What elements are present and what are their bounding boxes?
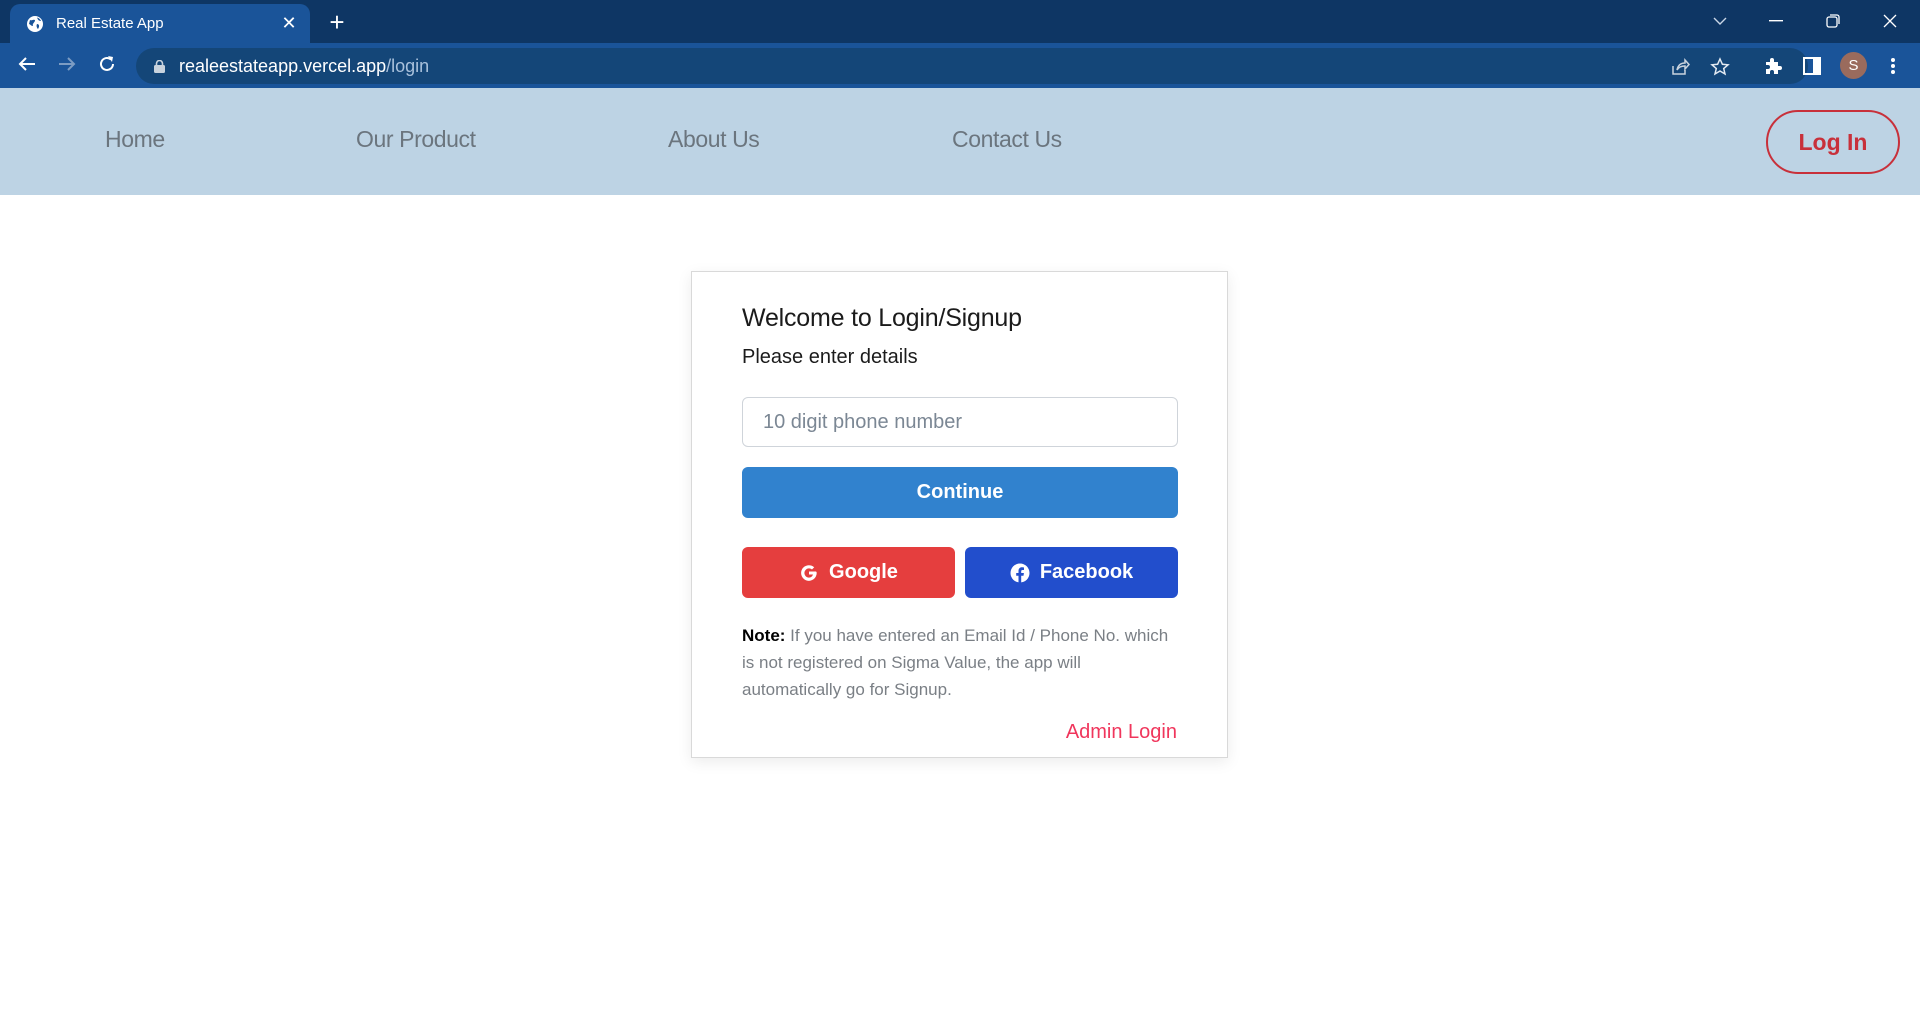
url-host: realeestateapp.vercel.app — [179, 55, 387, 76]
url-path: /login — [386, 55, 430, 76]
google-login-button[interactable]: Google — [742, 547, 955, 598]
arrow-right-icon — [58, 56, 76, 77]
facebook-login-button[interactable]: Facebook — [965, 547, 1178, 598]
reload-button[interactable] — [92, 51, 122, 81]
arrow-left-icon — [18, 56, 36, 77]
restore-icon[interactable] — [1813, 6, 1853, 36]
bookmark-star-icon[interactable] — [1709, 56, 1731, 78]
browser-toolbar: realeestateapp.vercel.app/login S — [0, 43, 1920, 88]
facebook-label: Facebook — [1039, 561, 1134, 583]
admin-login-link[interactable]: Admin Login — [1066, 721, 1177, 744]
nav-link-about-us[interactable]: About Us — [668, 126, 760, 153]
minimize-icon[interactable] — [1756, 6, 1796, 36]
tab-close-icon[interactable]: ✕ — [278, 13, 300, 35]
site-navbar: Home Our Product About Us Contact Us Log… — [0, 88, 1920, 195]
tab-title: Real Estate App — [56, 15, 164, 32]
continue-button[interactable]: Continue — [742, 467, 1178, 518]
tab-search-chevron-icon[interactable] — [1700, 6, 1740, 36]
lock-icon — [154, 59, 165, 73]
login-button[interactable]: Log In — [1766, 110, 1900, 174]
close-window-icon[interactable] — [1870, 6, 1910, 36]
new-tab-button[interactable]: + — [324, 9, 350, 36]
address-bar[interactable]: realeestateapp.vercel.app/login — [136, 48, 1808, 84]
phone-number-input[interactable] — [742, 397, 1178, 447]
reload-icon — [98, 55, 116, 78]
card-subtitle: Please enter details — [742, 346, 918, 368]
forward-button[interactable] — [52, 51, 82, 81]
nav-link-home[interactable]: Home — [105, 126, 165, 153]
google-icon — [799, 563, 819, 583]
facebook-icon — [1010, 563, 1030, 583]
kebab-menu-icon[interactable] — [1880, 53, 1906, 79]
browser-titlebar: Real Estate App ✕ + — [0, 0, 1920, 43]
back-button[interactable] — [12, 51, 42, 81]
note-text: If you have entered an Email Id / Phone … — [742, 626, 1169, 699]
profile-avatar[interactable]: S — [1840, 52, 1867, 79]
side-panel-icon[interactable] — [1799, 53, 1825, 79]
url-text: realeestateapp.vercel.app/login — [179, 56, 429, 77]
login-card: Welcome to Login/Signup Please enter det… — [691, 271, 1228, 758]
card-title: Welcome to Login/Signup — [742, 304, 1022, 332]
nav-link-our-product[interactable]: Our Product — [356, 126, 476, 153]
note-label: Note: — [742, 626, 786, 645]
share-icon[interactable] — [1669, 56, 1691, 78]
nav-link-contact-us[interactable]: Contact Us — [952, 126, 1062, 153]
signup-note: Note: If you have entered an Email Id / … — [742, 622, 1182, 703]
google-label: Google — [829, 561, 898, 583]
globe-icon — [26, 15, 44, 33]
extensions-puzzle-icon[interactable] — [1760, 53, 1786, 79]
browser-tab[interactable]: Real Estate App ✕ — [10, 4, 310, 43]
